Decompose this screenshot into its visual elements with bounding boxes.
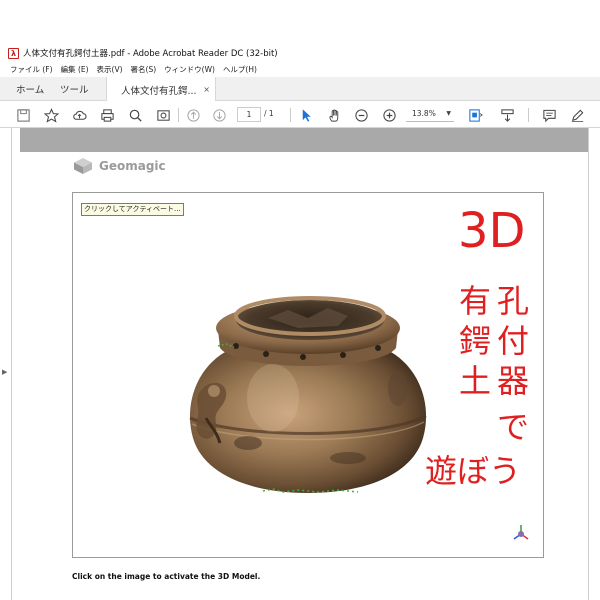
page-total: / 1	[264, 109, 274, 118]
right-panel-rail	[588, 128, 600, 600]
pot-3d-model	[189, 296, 427, 493]
zoom-level-select[interactable]: 13.8% ▼	[406, 107, 454, 122]
zoom-out-icon[interactable]	[352, 106, 370, 124]
next-page-icon[interactable]	[210, 106, 228, 124]
snapshot-icon[interactable]	[154, 106, 172, 124]
select-arrow-icon[interactable]	[297, 106, 315, 124]
page-number-input[interactable]: 1	[237, 107, 261, 122]
tab-home[interactable]: ホーム	[16, 77, 44, 101]
chevron-down-icon: ▼	[446, 110, 451, 117]
logo-text: Geomagic	[99, 159, 166, 173]
geomagic-logo: Geomagic	[72, 157, 166, 175]
headline-asobou: 遊ぼう	[425, 452, 522, 490]
headline-char-you: 有	[459, 282, 492, 320]
tab-document-label: 人体文付有孔鍔...	[121, 85, 197, 97]
headline-char-tsuba: 鍔	[459, 322, 492, 360]
menu-window[interactable]: ウィンドウ(W)	[164, 64, 215, 75]
window-title: 人体文付有孔鍔付土器.pdf - Adobe Acrobat Reader DC…	[23, 49, 278, 59]
hand-tool-icon[interactable]	[325, 106, 343, 124]
upload-cloud-icon[interactable]	[70, 106, 88, 124]
headline-char-kou: 孔	[497, 282, 530, 320]
activate-3d-button[interactable]: クリックしてアクティベート...	[81, 203, 184, 216]
title-bar: λ 人体文付有孔鍔付土器.pdf - Adobe Acrobat Reader …	[0, 44, 600, 62]
acrobat-pdf-icon: λ	[8, 47, 19, 59]
page-gap	[20, 128, 588, 152]
headline-3d: 3D	[458, 203, 526, 259]
activation-caption: Click on the image to activate the 3D Mo…	[72, 572, 261, 581]
menu-sign[interactable]: 署名(S)	[131, 64, 157, 75]
menu-file[interactable]: ファイル (F)	[10, 64, 53, 75]
geomagic-logo-icon	[74, 158, 92, 174]
pdf-page: Geomagic クリックしてアクティベート... 3D 有 孔 鍔 付 土 器…	[20, 152, 588, 600]
toolbar-divider	[528, 108, 529, 122]
toolbar-divider	[178, 108, 179, 122]
print-icon[interactable]	[98, 106, 116, 124]
menu-view[interactable]: 表示(V)	[97, 64, 123, 75]
headline-char-do: 土	[459, 362, 492, 400]
close-icon[interactable]: ×	[203, 85, 210, 94]
tab-row: ホーム ツール 人体文付有孔鍔... ×	[0, 77, 600, 102]
headline-char-ki: 器	[497, 362, 530, 400]
search-zoom-icon[interactable]	[126, 106, 144, 124]
headline-char-tsuki: 付	[497, 322, 530, 360]
pen-icon[interactable]	[568, 106, 586, 124]
menu-bar: ファイル (F) 編集 (E) 表示(V) 署名(S) ウィンドウ(W) ヘルプ…	[0, 62, 600, 77]
left-panel-toggle[interactable]: ▶	[0, 128, 12, 600]
3d-axis-icon[interactable]	[511, 523, 531, 543]
headline-char-de: で	[497, 408, 530, 446]
scroll-mode-icon[interactable]	[498, 106, 516, 124]
3d-model-viewport[interactable]: クリックしてアクティベート... 3D 有 孔 鍔 付 土 器 で 遊ぼう	[72, 192, 544, 558]
menu-help[interactable]: ヘルプ(H)	[223, 64, 257, 75]
zoom-in-icon[interactable]	[380, 106, 398, 124]
document-viewer: ▶ Geomagic クリックしてアクティベート... 3D 有 孔 鍔 付 土…	[0, 128, 600, 600]
zoom-level-value: 13.8%	[412, 109, 436, 118]
comment-icon[interactable]	[540, 106, 558, 124]
tab-document[interactable]: 人体文付有孔鍔... ×	[106, 77, 216, 102]
expand-arrow-icon[interactable]: ▶	[2, 368, 7, 376]
menu-edit[interactable]: 編集 (E)	[61, 64, 89, 75]
prev-page-icon[interactable]	[184, 106, 202, 124]
fit-page-icon[interactable]	[466, 106, 484, 124]
toolbar: 1 / 1 13.8% ▼	[0, 101, 600, 128]
toolbar-divider	[290, 108, 291, 122]
tab-tools[interactable]: ツール	[60, 77, 89, 101]
save-icon[interactable]	[14, 106, 32, 124]
bookmark-star-icon[interactable]	[42, 106, 60, 124]
